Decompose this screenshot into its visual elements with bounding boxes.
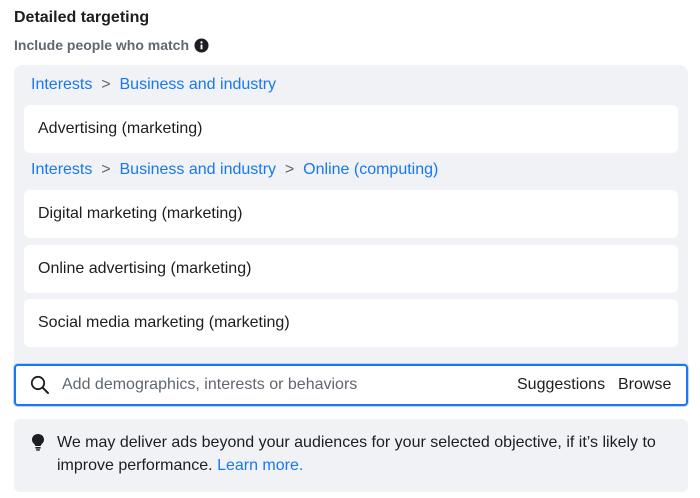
subtitle-label: Include people who match xyxy=(14,37,190,53)
targeting-item[interactable]: Online advertising (marketing) xyxy=(24,245,678,293)
targeting-item-label: Online advertising (marketing) xyxy=(38,260,252,277)
breadcrumb-link-online-computing[interactable]: Online (computing) xyxy=(303,161,438,178)
breadcrumb-link-interests[interactable]: Interests xyxy=(31,76,92,93)
targeting-item[interactable]: Social media marketing (marketing) xyxy=(24,299,678,347)
targeting-item[interactable]: Digital marketing (marketing) xyxy=(24,190,678,238)
section-subtitle: Include people who match xyxy=(14,37,209,53)
targeting-item-label: Digital marketing (marketing) xyxy=(38,205,243,222)
breadcrumb-separator: > xyxy=(96,161,116,178)
section-title: Detailed targeting xyxy=(14,9,150,26)
breadcrumb-separator: > xyxy=(96,76,116,93)
notice-text: We may deliver ads beyond your audiences… xyxy=(57,431,682,477)
selected-targeting-list: Interests > Business and industry Advert… xyxy=(14,65,688,365)
learn-more-link[interactable]: Learn more. xyxy=(217,457,303,474)
breadcrumb-link-business-and-industry[interactable]: Business and industry xyxy=(120,76,277,93)
lightbulb-icon xyxy=(30,433,46,451)
breadcrumb: Interests > Business and industry xyxy=(31,76,276,94)
breadcrumb-separator: > xyxy=(280,161,299,178)
suggestions-button[interactable]: Suggestions xyxy=(517,376,605,394)
breadcrumb-link-business-and-industry[interactable]: Business and industry xyxy=(120,161,277,178)
browse-button[interactable]: Browse xyxy=(618,376,671,394)
breadcrumb-link-interests[interactable]: Interests xyxy=(31,161,92,178)
targeting-item-label: Social media marketing (marketing) xyxy=(38,314,290,331)
info-icon[interactable] xyxy=(194,37,209,53)
notice-message: We may deliver ads beyond your audiences… xyxy=(57,434,656,474)
targeting-item[interactable]: Advertising (marketing) xyxy=(24,105,678,153)
targeting-item-label: Advertising (marketing) xyxy=(38,120,203,137)
search-input[interactable] xyxy=(62,370,502,400)
breadcrumb: Interests > Business and industry > Onli… xyxy=(31,161,438,179)
targeting-search-bar: Suggestions Browse xyxy=(14,364,688,406)
search-icon xyxy=(30,375,50,395)
delivery-notice: We may deliver ads beyond your audiences… xyxy=(14,419,688,492)
